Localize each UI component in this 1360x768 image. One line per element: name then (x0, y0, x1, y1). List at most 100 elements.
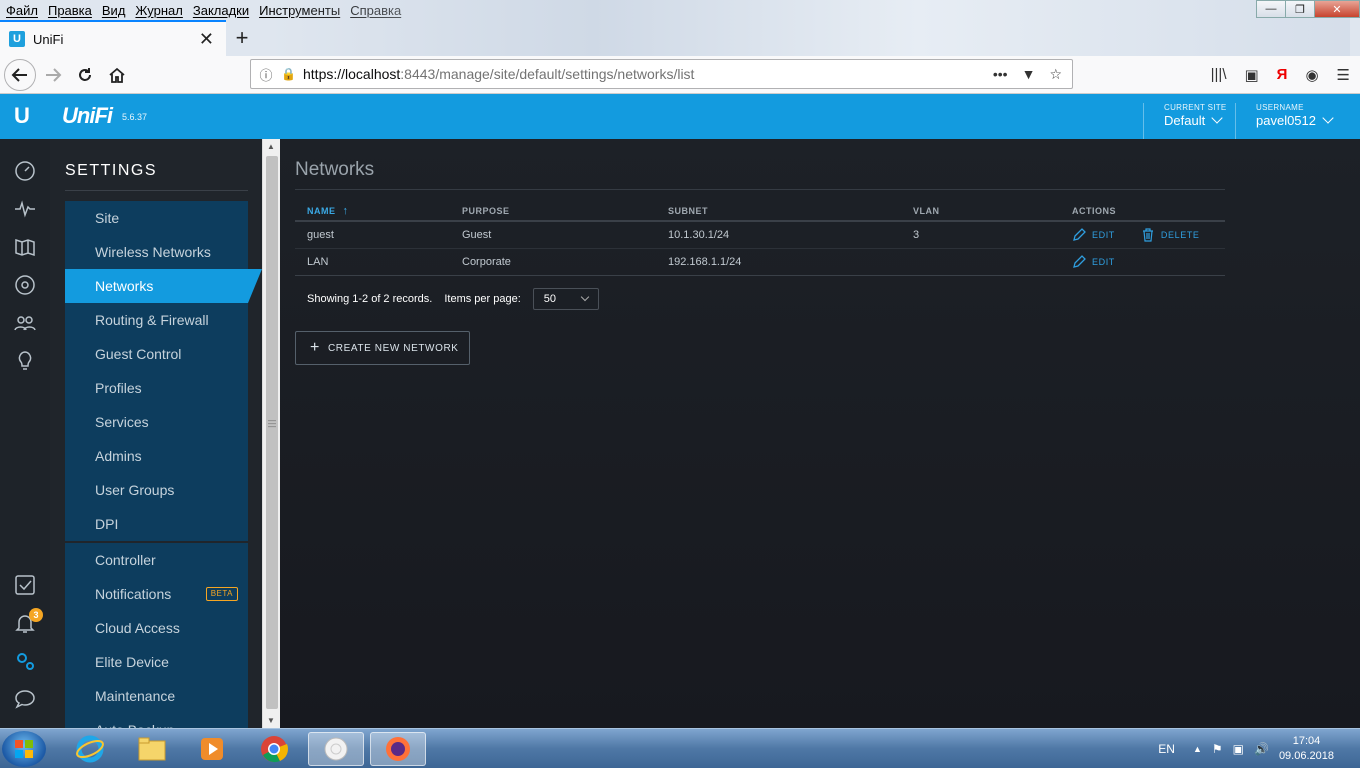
chrome-icon[interactable] (246, 732, 302, 766)
menu-file[interactable]: Файл (0, 3, 43, 18)
settings-item-routing-firewall[interactable]: Routing & Firewall (65, 303, 248, 337)
settings-item-dpi[interactable]: DPI (65, 507, 248, 541)
settings-item-notifications[interactable]: Notifications BETA (65, 577, 248, 611)
arrow-right-icon (46, 68, 62, 82)
settings-item-profiles[interactable]: Profiles (65, 371, 248, 405)
unifi-app-icon[interactable] (308, 732, 364, 766)
menu-help[interactable]: Справка (345, 3, 406, 18)
reload-button[interactable] (70, 60, 100, 90)
items-per-page-value: 50 (543, 293, 557, 305)
settings-item-cloud-access[interactable]: Cloud Access (65, 611, 248, 645)
firefox-icon[interactable] (370, 732, 426, 766)
col-subnet[interactable]: SUBNET (668, 206, 913, 216)
scrollbar-thumb[interactable] (266, 156, 278, 709)
col-vlan[interactable]: VLAN (913, 206, 1072, 216)
volume-icon[interactable]: 🔊 (1254, 742, 1269, 756)
toolbar-right: |||\ ▣ Я ◉ ☰ (1211, 66, 1350, 84)
settings-item-guest-control[interactable]: Guest Control (65, 337, 248, 371)
settings-item-controller[interactable]: Controller (65, 543, 248, 577)
close-window-button[interactable]: ✕ (1314, 0, 1360, 18)
browser-tab[interactable]: U UniFi ✕ (0, 20, 226, 56)
unifi-favicon-icon: U (9, 31, 25, 47)
chat-icon[interactable] (13, 687, 37, 711)
alerts-check-icon[interactable] (13, 573, 37, 597)
forward-button[interactable] (38, 60, 68, 90)
notifications-label: Notifications (95, 586, 172, 602)
insecure-lock-icon[interactable]: 🔒 (281, 67, 297, 81)
dashboard-icon[interactable] (13, 159, 37, 183)
close-tab-icon[interactable]: ✕ (199, 29, 214, 50)
col-name[interactable]: NAME ↑ (295, 205, 462, 217)
page-actions-icon[interactable]: ••• (993, 66, 1008, 83)
col-purpose[interactable]: PURPOSE (462, 206, 668, 216)
site-value: Default (1164, 113, 1206, 128)
bookmark-star-icon[interactable]: ☆ (1049, 66, 1062, 83)
settings-item-auto-backup[interactable]: Auto Backup (65, 713, 248, 728)
settings-item-user-groups[interactable]: User Groups (65, 473, 248, 507)
settings-item-maintenance[interactable]: Maintenance (65, 679, 248, 713)
site-selector[interactable]: CURRENT SITE Default (1143, 103, 1227, 139)
menu-bookmarks[interactable]: Закладки (188, 3, 254, 18)
table-row: guest Guest 10.1.30.1/24 3 EDIT DELETE (295, 222, 1225, 249)
pagination: Showing 1-2 of 2 records. Items per page… (307, 288, 599, 310)
user-selector[interactable]: USERNAME pavel0512 (1235, 103, 1334, 139)
trash-icon (1142, 228, 1153, 242)
home-button[interactable] (102, 60, 132, 90)
settings-item-site[interactable]: Site (65, 201, 248, 235)
url-path: :8443/manage/site/default/settings/netwo… (400, 66, 695, 82)
sidebar-icon[interactable]: ▣ (1244, 66, 1258, 84)
clients-icon[interactable] (13, 311, 37, 335)
restore-button[interactable]: ❐ (1285, 0, 1315, 18)
scroll-down-arrow-icon[interactable]: ▼ (267, 716, 275, 725)
notifications-badge: 3 (29, 608, 43, 622)
pencil-icon (1073, 228, 1086, 241)
items-per-page-select[interactable]: 50 (532, 288, 599, 310)
new-tab-button[interactable]: + (230, 24, 254, 52)
pocket-icon[interactable]: ▼ (1022, 66, 1036, 83)
menu-history[interactable]: Журнал (130, 3, 187, 18)
settings-scrollbar[interactable]: ▲ — — — ▼ (262, 139, 280, 728)
file-explorer-icon[interactable] (124, 732, 180, 766)
insights-bulb-icon[interactable] (13, 349, 37, 373)
start-button[interactable] (2, 731, 46, 767)
minimize-button[interactable]: — (1256, 0, 1286, 18)
action-center-icon[interactable]: ⚑ (1212, 742, 1223, 756)
scroll-up-arrow-icon[interactable]: ▲ (267, 142, 275, 151)
settings-item-networks[interactable]: Networks (65, 269, 248, 303)
settings-item-services[interactable]: Services (65, 405, 248, 439)
table-header: NAME ↑ PURPOSE SUBNET VLAN ACTIONS (295, 202, 1225, 222)
settings-item-elite-device[interactable]: Elite Device (65, 645, 248, 679)
info-icon[interactable]: ⓘ (251, 65, 281, 84)
sort-arrow-icon: ↑ (342, 205, 349, 217)
tray-expand-icon[interactable]: ▲ (1193, 744, 1202, 754)
language-indicator[interactable]: EN (1158, 742, 1175, 756)
map-icon[interactable] (13, 235, 37, 259)
delete-button[interactable]: DELETE (1141, 228, 1200, 242)
statistics-icon[interactable] (13, 197, 37, 221)
settings-gears-icon[interactable] (13, 649, 37, 673)
cell-purpose: Guest (462, 229, 492, 241)
media-player-icon[interactable] (184, 732, 240, 766)
devices-icon[interactable] (13, 273, 37, 297)
clock[interactable]: 17:04 09.06.2018 (1279, 734, 1334, 764)
menu-view[interactable]: Вид (97, 3, 131, 18)
menu-tools[interactable]: Инструменты (254, 3, 345, 18)
library-icon[interactable]: |||\ (1211, 66, 1227, 84)
delete-label: DELETE (1160, 230, 1200, 240)
unifi-header: U UniFi 5.6.37 CURRENT SITE Default USER… (0, 94, 1360, 139)
back-button[interactable] (4, 59, 36, 91)
edit-button[interactable]: EDIT (1072, 255, 1115, 269)
settings-item-admins[interactable]: Admins (65, 439, 248, 473)
settings-item-wireless-networks[interactable]: Wireless Networks (65, 235, 248, 269)
beta-badge: BETA (205, 587, 238, 601)
extension-icon[interactable]: ◉ (1305, 66, 1318, 84)
ubiquiti-logo-icon[interactable]: U (14, 105, 36, 127)
internet-explorer-icon[interactable] (62, 732, 118, 766)
hamburger-menu-icon[interactable]: ☰ (1337, 66, 1350, 84)
create-new-network-button[interactable]: + CREATE NEW NETWORK (295, 331, 470, 365)
yandex-icon[interactable]: Я (1277, 66, 1288, 84)
menu-edit[interactable]: Правка (43, 3, 97, 18)
network-icon[interactable]: ▣ (1233, 742, 1244, 756)
address-bar[interactable]: ⓘ 🔒 https://localhost:8443/manage/site/d… (250, 59, 1073, 89)
edit-button[interactable]: EDIT (1072, 228, 1115, 242)
